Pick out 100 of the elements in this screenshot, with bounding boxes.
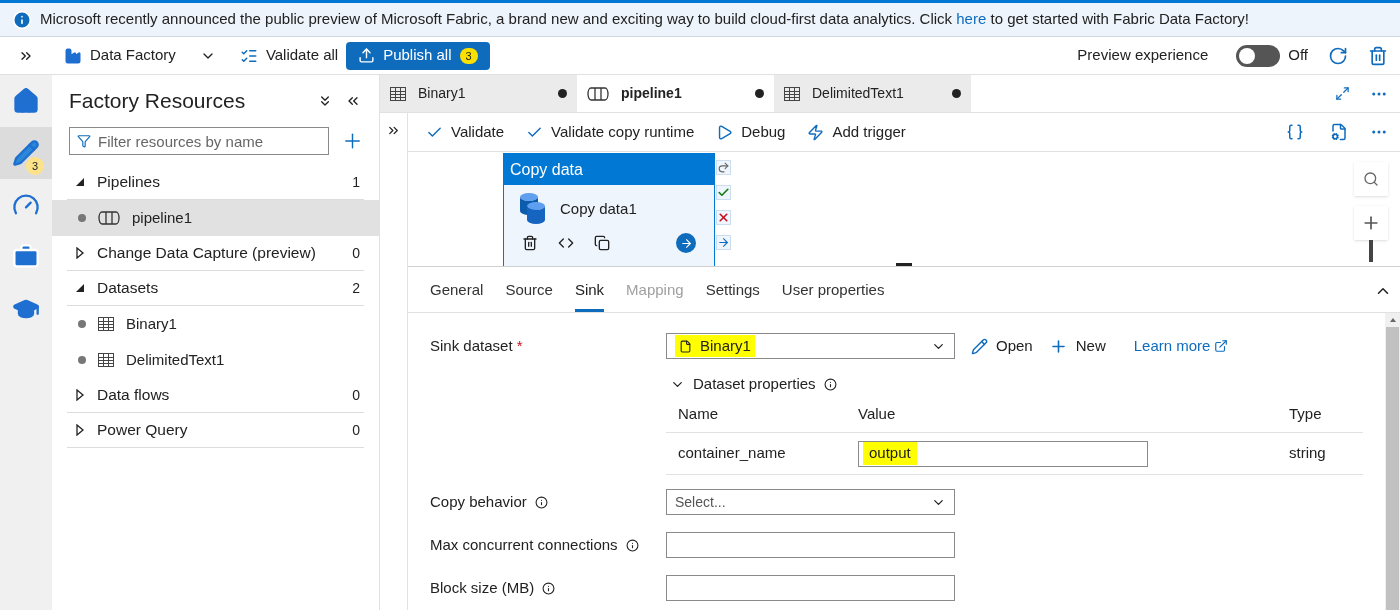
go-icon[interactable] [676,233,696,253]
copy-icon[interactable] [594,235,610,251]
expanded-caret-icon[interactable] [75,283,85,293]
count-badge: 3 [26,157,44,175]
value-input[interactable]: output [858,440,1148,467]
table-icon [98,353,114,367]
table-icon [98,317,114,331]
activity-header: Copy data [504,154,714,185]
delete-icon[interactable] [522,235,538,251]
factory-icon [64,46,82,65]
database-icon [518,192,548,226]
refresh-icon[interactable] [1328,45,1348,66]
factory-dropdown[interactable]: Data Factory [64,44,216,67]
select-field[interactable]: Select... [666,489,955,515]
field-label: Sink dataset * [430,335,524,356]
properties-icon[interactable] [1330,123,1348,141]
resource-item[interactable]: DelimitedText1 [52,342,379,378]
discard-icon[interactable] [1368,45,1388,66]
external-link-icon [1214,339,1229,353]
group-count: 0 [352,243,360,263]
filter-icon [77,134,91,148]
code-icon[interactable] [1286,123,1304,141]
info-icon [542,581,556,595]
toolbar-action[interactable]: Validate copy runtime [526,120,695,144]
collapsed-caret-icon[interactable] [75,424,85,436]
column-header: Name [678,404,719,425]
success-output-icon[interactable] [716,185,731,200]
group-label[interactable]: Datasets [97,276,341,300]
property-tab[interactable]: User properties [781,272,885,312]
learn-more-link[interactable]: Learn more [1133,334,1229,358]
column-header: Value [858,404,897,425]
completion-output-icon[interactable] [716,235,731,250]
sink-dataset-select[interactable]: Binary1 [666,333,955,359]
toolbar-action[interactable]: Validate [426,120,505,144]
property-tab[interactable]: Sink [574,272,605,312]
pipeline-icon [587,86,609,101]
info-icon [625,538,639,552]
activity-name: Copy data1 [560,198,637,219]
rail-item[interactable]: 3 [0,127,52,179]
code-icon[interactable] [558,235,574,251]
skip-output-icon[interactable] [716,160,731,175]
publish-all-button[interactable]: Publish all 3 [346,41,490,70]
editor-tab[interactable]: Binary1 [380,75,577,112]
preview-label: Preview experience [1077,45,1209,66]
resource-item[interactable]: Binary1 [52,306,379,342]
maximize-icon[interactable] [1335,86,1350,101]
collapsed-caret-icon[interactable] [75,247,85,259]
table-cell-text: string [1289,443,1327,464]
preview-toggle[interactable] [1236,44,1281,67]
group-label[interactable]: Power Query [97,418,341,442]
scrollbar[interactable] [1385,313,1400,610]
field-label: Max concurrent connections [430,534,618,555]
field-label: Block size (MB) [430,577,535,598]
count-badge: 3 [459,47,478,64]
search-button[interactable] [1354,162,1388,196]
open-button[interactable]: Open [971,334,1033,358]
info-message: Microsoft recently announced the public preview of Microsoft Fabric, a brand new and exciting way to build cloud-first data analytics. Click here to get started with Fabric Data Factory! [40,9,1249,30]
file-icon [679,339,692,353]
failure-output-icon[interactable] [716,210,731,225]
group-count: 2 [352,278,360,298]
table-icon [784,86,800,101]
here-link[interactable]: here [956,10,987,28]
editor-tab[interactable]: DelimitedText1 [774,75,971,112]
info-icon [534,495,548,509]
group-count: 0 [352,420,360,440]
group-count: 1 [352,172,360,192]
group-count: 0 [352,385,360,405]
toolbar-action[interactable]: Add trigger [807,120,906,144]
property-tab[interactable]: Source [505,272,553,312]
item-label: pipeline1 [132,207,193,228]
input-field[interactable] [666,532,955,558]
toolbar-action[interactable]: Debug [716,120,786,144]
pipeline-icon [98,211,120,225]
group-label[interactable]: Data flows [97,383,341,407]
search-icon [1363,171,1379,187]
toggle-state-label: Off [1288,45,1308,66]
toolbox-icon[interactable] [12,243,40,271]
field-label: Copy behavior [430,491,527,512]
home-icon[interactable] [12,87,40,115]
section-title: Dataset properties [693,373,816,394]
filter-field[interactable]: Filter resources by name [69,127,329,155]
zoom-slider-track[interactable] [1369,240,1373,262]
collapsed-caret-icon[interactable] [75,389,85,401]
resource-item[interactable]: pipeline1 [52,200,379,236]
item-label: Binary1 [126,313,177,334]
expanded-caret-icon[interactable] [75,177,85,187]
input-field[interactable] [666,575,955,601]
pencil-icon [971,337,988,355]
property-tab[interactable]: General [430,272,484,312]
activity-node[interactable]: Copy data Copy data1 [503,153,715,266]
lightning-icon [807,123,825,141]
info-icon [12,9,32,30]
upload-icon [358,47,376,64]
zoom-in-button[interactable] [1354,206,1388,240]
validate-all-button[interactable]: Validate all [239,44,339,67]
group-label[interactable]: Change Data Capture (preview) [97,241,341,265]
splitter-handle[interactable] [896,263,912,266]
new-button[interactable]: New [1048,334,1106,358]
group-label[interactable]: Pipelines [97,170,341,194]
property-tab[interactable]: Settings [705,272,760,312]
